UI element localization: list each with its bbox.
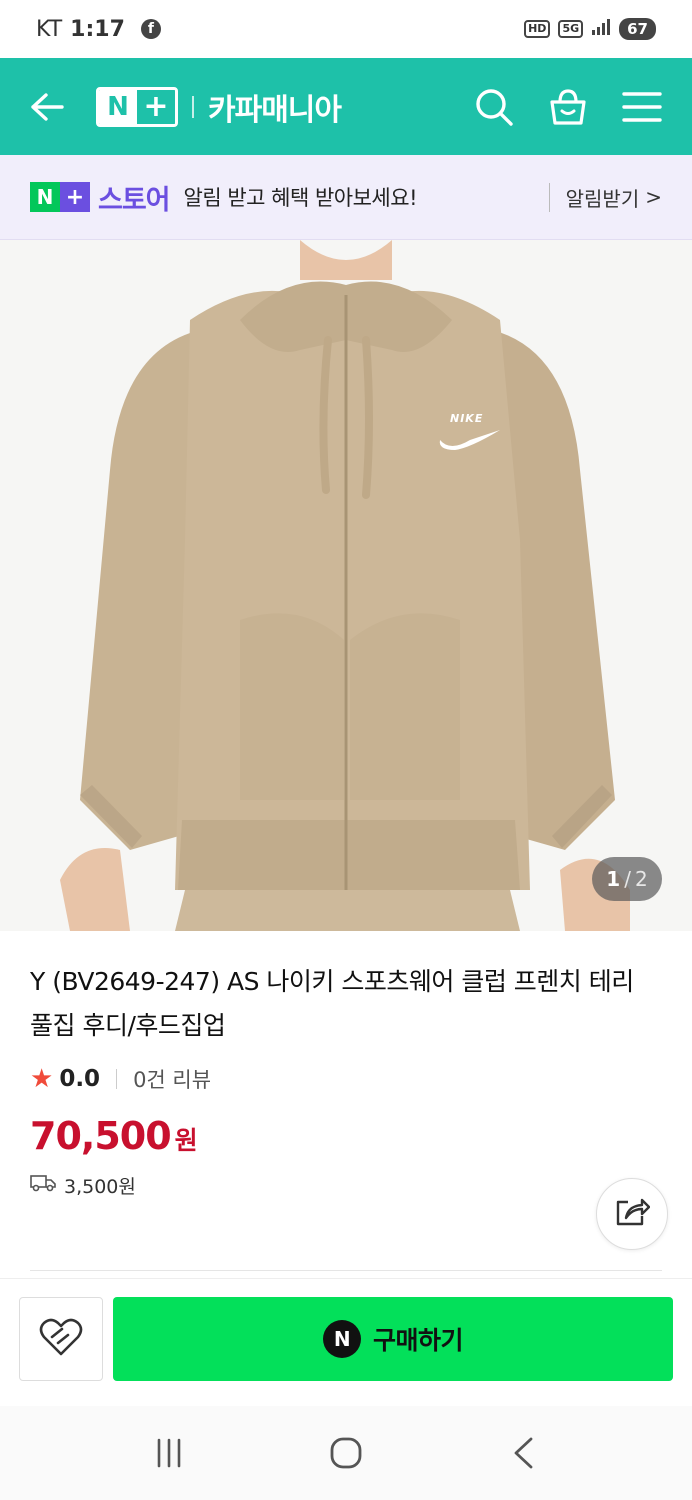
logo-n: N — [99, 89, 137, 124]
status-bar: KT 1:17 f HD 5G 67 — [0, 0, 692, 58]
product-image-carousel[interactable]: NIKE 1 / 2 — [0, 240, 692, 931]
header-divider — [192, 95, 194, 118]
back-icon[interactable] — [493, 1423, 553, 1483]
rating-score: 0.0 — [59, 1066, 101, 1092]
chevron-right-icon: > — [645, 185, 662, 209]
recent-apps-icon[interactable] — [139, 1423, 199, 1483]
search-icon[interactable] — [474, 87, 514, 127]
heart-icon — [38, 1317, 84, 1361]
price-currency: 원 — [174, 1126, 198, 1155]
review-count[interactable]: 0건 리뷰 — [133, 1064, 211, 1094]
image-index-separator: / — [624, 867, 631, 891]
image-page-indicator: 1 / 2 — [592, 857, 662, 901]
divider — [30, 1270, 662, 1271]
carrier: KT — [36, 16, 63, 42]
star-icon: ★ — [30, 1064, 54, 1094]
brand-mark-nike: NIKE — [450, 412, 484, 425]
promo-logo-plus: + — [60, 182, 90, 212]
naver-plus-store-logo: N + — [30, 182, 90, 212]
hd-voice-icon: HD — [524, 20, 551, 38]
bottom-action-bar: N 구매하기 — [0, 1278, 692, 1402]
hoodie-product-photo — [0, 240, 692, 931]
clock: 1:17 — [70, 16, 125, 42]
delivery-truck-icon — [30, 1174, 56, 1197]
subscribe-alarm-label: 알림받기 — [565, 186, 640, 211]
shopping-bag-icon[interactable] — [548, 87, 588, 127]
network-5g-icon: 5G — [558, 20, 584, 38]
signal-icon — [591, 18, 611, 40]
price-amount: 70,500 — [30, 1114, 172, 1158]
naver-pay-icon: N — [322, 1320, 361, 1358]
store-name[interactable]: 카파매니아 — [208, 85, 342, 129]
notification-promo-banner[interactable]: N + 스토어 알림 받고 혜택 받아보세요! 알림받기 > — [0, 155, 692, 240]
promo-store-label: 스토어 — [98, 184, 171, 216]
naver-plus-logo[interactable]: N + — [96, 86, 178, 127]
facebook-notification-icon: f — [140, 19, 161, 39]
back-arrow-icon[interactable] — [30, 87, 70, 127]
image-current-index: 1 — [606, 867, 621, 891]
system-navigation-bar — [0, 1406, 692, 1500]
product-title: Y (BV2649-247) AS 나이키 스포츠웨어 클럽 프렌치 테리 풀집… — [30, 967, 634, 1040]
price: 70,500 원 — [30, 1114, 662, 1158]
rating-row[interactable]: ★ 0.0 0건 리뷰 — [30, 1064, 662, 1094]
home-icon[interactable] — [316, 1423, 376, 1483]
subscribe-alarm-link[interactable]: 알림받기 > — [548, 182, 662, 212]
product-info: Y (BV2649-247) AS 나이키 스포츠웨어 클럽 프렌치 테리 풀집… — [30, 960, 662, 1199]
wishlist-button[interactable] — [19, 1297, 103, 1381]
shipping-fee-row: 3,500원 — [30, 1172, 662, 1199]
rating-divider — [116, 1069, 118, 1089]
buy-now-button[interactable]: N 구매하기 — [113, 1297, 673, 1381]
share-button[interactable] — [596, 1178, 668, 1250]
promo-message: 알림 받고 혜택 받아보세요! — [183, 186, 418, 210]
battery-indicator: 67 — [619, 18, 656, 40]
logo-plus: + — [137, 89, 175, 124]
store-header: N + 카파매니아 — [0, 58, 692, 155]
image-total-count: 2 — [634, 867, 648, 891]
share-icon — [614, 1196, 651, 1232]
promo-logo-n: N — [30, 182, 60, 212]
menu-icon[interactable] — [622, 87, 662, 127]
buy-now-label: 구매하기 — [372, 1326, 464, 1355]
shipping-fee: 3,500원 — [64, 1176, 136, 1198]
